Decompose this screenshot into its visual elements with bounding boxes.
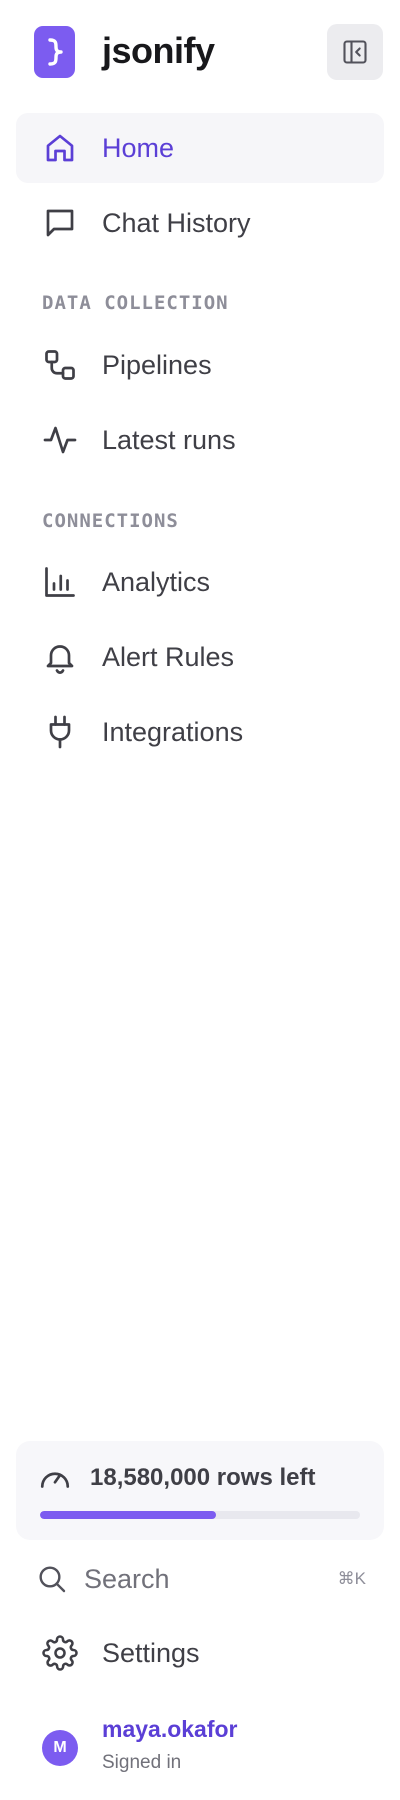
nav-item-pipelines[interactable]: Pipelines: [16, 330, 384, 400]
rows-left-text: 18,580,000 rows left: [90, 1464, 316, 1491]
search-label: Search: [84, 1564, 170, 1594]
gear-icon: [42, 1635, 78, 1671]
chat-bubble-icon: [42, 205, 78, 241]
nav-item-latest-runs[interactable]: Latest runs: [16, 405, 384, 475]
app-name[interactable]: jsonify: [102, 28, 215, 74]
home-icon: [42, 130, 78, 166]
search-button[interactable]: Search ⌘K: [16, 1548, 384, 1610]
nav-item-label: Analytics: [102, 567, 211, 597]
bell-icon: [42, 639, 78, 675]
sidebar: jsonify Home Chat History DATA COLLECTIO…: [0, 0, 400, 1800]
nav-item-label: Integrations: [102, 717, 244, 747]
nav-item-label: Pipelines: [102, 350, 212, 380]
section-label-connections: CONNECTIONS: [42, 510, 179, 532]
nav-item-integrations[interactable]: Integrations: [16, 697, 384, 767]
user-account[interactable]: M maya.okafor Signed in: [16, 1706, 384, 1786]
search-shortcut: ⌘K: [337, 1569, 366, 1588]
nav-item-chat-history[interactable]: Chat History: [16, 188, 384, 258]
collapse-sidebar-button[interactable]: [327, 24, 383, 80]
nav-item-label: Settings: [102, 1638, 200, 1668]
nav-item-label: Home: [102, 133, 175, 163]
user-status: Signed in: [102, 1752, 182, 1773]
brace-logo-icon: [47, 38, 63, 66]
avatar: M: [42, 1730, 78, 1766]
pipeline-icon: [42, 347, 78, 383]
nav-item-label: Chat History: [102, 208, 251, 238]
sidebar-header: jsonify: [0, 0, 400, 105]
nav-item-settings[interactable]: Settings: [16, 1618, 384, 1688]
nav-item-home[interactable]: Home: [16, 113, 384, 183]
usage-progress-fill: [40, 1511, 216, 1519]
nav-item-alert-rules[interactable]: Alert Rules: [16, 622, 384, 692]
search-icon: [39, 1566, 66, 1593]
logo-mark[interactable]: [34, 26, 75, 78]
usage-progress-bar: [40, 1511, 360, 1519]
nav-item-analytics[interactable]: Analytics: [16, 547, 384, 617]
bar-chart-icon: [42, 564, 78, 600]
gauge-icon: [40, 1472, 70, 1488]
activity-icon: [42, 422, 78, 458]
user-name: maya.okafor: [102, 1716, 238, 1742]
nav-item-label: Latest runs: [102, 425, 236, 455]
nav-item-label: Alert Rules: [102, 642, 235, 672]
plug-icon: [42, 714, 78, 750]
usage-card[interactable]: 18,580,000 rows left: [16, 1441, 384, 1540]
sidebar-collapse-icon: [343, 40, 367, 64]
section-label-data-collection: DATA COLLECTION: [42, 292, 229, 314]
